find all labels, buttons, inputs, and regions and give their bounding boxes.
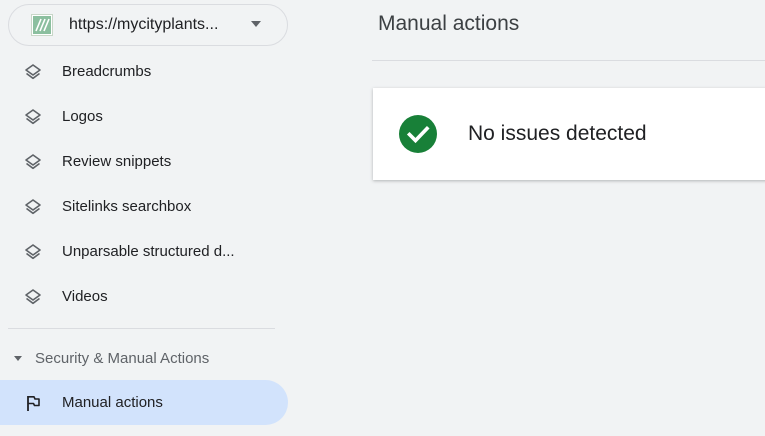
sidebar-item-label: Review snippets xyxy=(62,153,172,170)
title-divider xyxy=(372,60,765,61)
layers-icon xyxy=(22,106,44,128)
sidebar-divider xyxy=(8,328,275,329)
chevron-down-icon[interactable] xyxy=(251,21,261,27)
sidebar-item-unparsable-structured-data[interactable]: Unparsable structured d... xyxy=(0,229,288,274)
page-title: Manual actions xyxy=(378,12,520,35)
status-message: No issues detected xyxy=(468,122,647,145)
status-card: No issues detected xyxy=(373,88,765,180)
sidebar-item-review-snippets[interactable]: Review snippets xyxy=(0,139,288,184)
sidebar-item-sitelinks-searchbox[interactable]: Sitelinks searchbox xyxy=(0,184,288,229)
sidebar-item-label: Logos xyxy=(62,108,103,125)
sidebar-item-logos[interactable]: Logos xyxy=(0,94,288,139)
layers-icon xyxy=(22,151,44,173)
layers-icon xyxy=(22,241,44,263)
layers-icon xyxy=(22,196,44,218)
sidebar-item-videos[interactable]: Videos xyxy=(0,274,288,319)
sidebar: https://mycityplants... Breadcrumbs Logo… xyxy=(0,0,300,436)
sidebar-item-label: Sitelinks searchbox xyxy=(62,198,192,215)
check-circle-icon xyxy=(399,115,437,153)
sidebar-item-label: Videos xyxy=(62,288,108,305)
property-url: https://mycityplants... xyxy=(69,16,219,33)
sidebar-item-label: Breadcrumbs xyxy=(62,63,152,80)
sidebar-item-label: Manual actions xyxy=(62,394,163,411)
site-logo-icon xyxy=(31,14,53,36)
sidebar-item-label: Unparsable structured d... xyxy=(62,243,235,260)
property-selector[interactable]: https://mycityplants... xyxy=(8,4,288,46)
sidebar-item-breadcrumbs[interactable]: Breadcrumbs xyxy=(0,49,288,94)
layers-icon xyxy=(22,61,44,83)
main-content: Manual actions No issues detected xyxy=(372,0,765,436)
caret-down-icon xyxy=(14,355,22,361)
section-label: Security & Manual Actions xyxy=(35,349,210,367)
flag-icon xyxy=(22,392,44,414)
section-security-manual-actions[interactable]: Security & Manual Actions xyxy=(0,343,209,373)
layers-icon xyxy=(22,286,44,308)
sidebar-item-manual-actions[interactable]: Manual actions xyxy=(0,380,288,425)
